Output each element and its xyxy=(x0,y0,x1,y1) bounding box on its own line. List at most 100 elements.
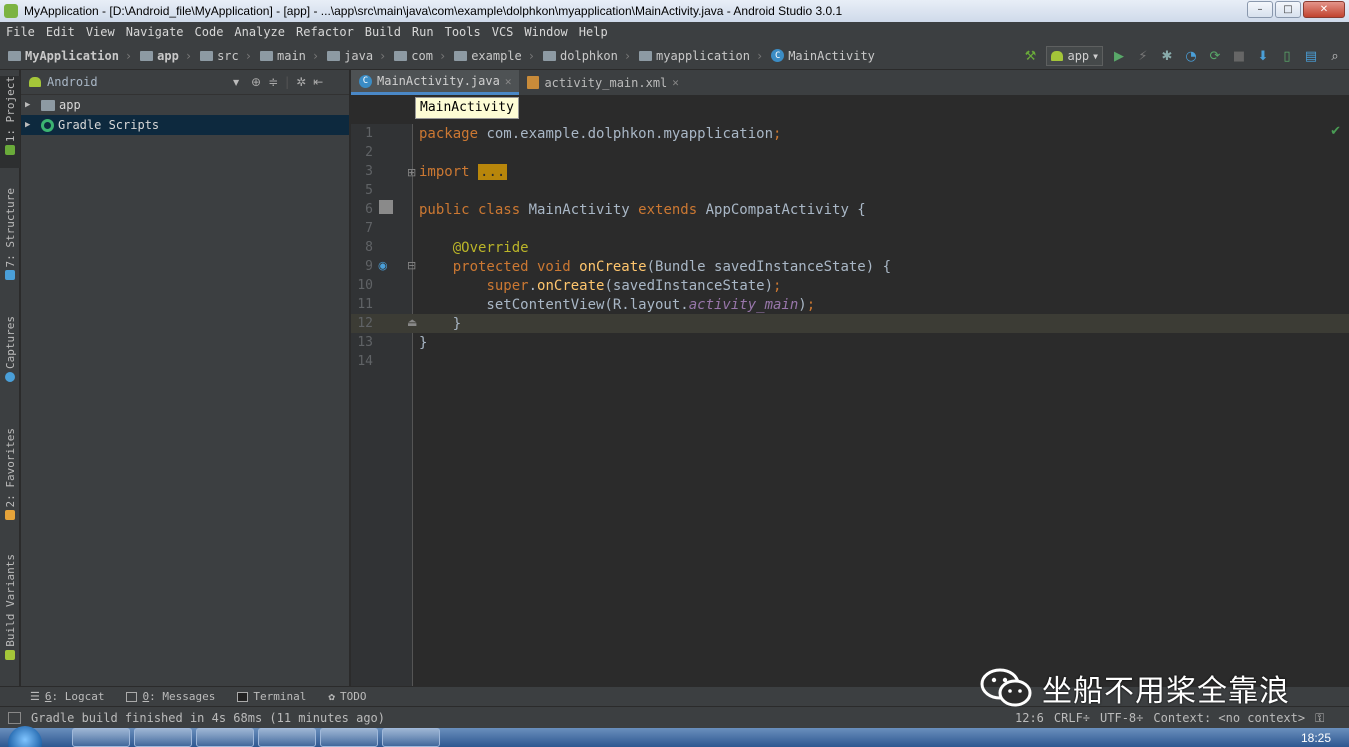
menu-analyze[interactable]: Analyze xyxy=(234,25,285,39)
code-token: activity_main xyxy=(688,296,799,313)
breadcrumb-example[interactable]: example › xyxy=(454,49,535,63)
breadcrumb-com[interactable]: com › xyxy=(394,49,446,63)
tab-project[interactable]: 1: Project xyxy=(0,76,20,168)
tab-messages[interactable]: 0: Messages xyxy=(126,690,215,703)
line-number: 9 xyxy=(365,259,373,274)
gear-icon[interactable]: ✲ xyxy=(296,75,306,89)
close-button[interactable]: ✕ xyxy=(1303,1,1345,18)
line-separator[interactable]: CRLF÷ xyxy=(1054,711,1090,726)
code-token: extends xyxy=(638,201,706,218)
sync-icon[interactable]: ⟳ xyxy=(1207,48,1223,64)
code-line[interactable]: 6 public class MainActivity extends AppCo… xyxy=(351,200,1349,219)
menu-view[interactable]: View xyxy=(86,25,115,39)
code-line[interactable]: 10 super.onCreate(savedInstanceState); xyxy=(351,276,1349,295)
code-line[interactable]: 13} xyxy=(351,333,1349,352)
taskbar-app[interactable] xyxy=(196,728,254,747)
clock[interactable]: 18:25 xyxy=(1301,731,1331,745)
tree-item-app[interactable]: ▶ app xyxy=(21,95,349,115)
file-encoding[interactable]: UTF-8÷ xyxy=(1100,711,1143,726)
maximize-button[interactable]: □ xyxy=(1275,1,1301,18)
apply-changes-icon[interactable]: ◔ xyxy=(1183,48,1199,64)
breadcrumb-app[interactable]: app › xyxy=(140,49,192,63)
hide-icon[interactable]: ⇤ xyxy=(313,75,323,89)
code-line[interactable]: 12 } xyxy=(351,314,1349,333)
tree-item-gradle-scripts[interactable]: ▶ Gradle Scripts xyxy=(21,115,349,135)
caret-position[interactable]: 12:6 xyxy=(1015,711,1044,726)
code-editor[interactable]: MainActivity 1 package com.example.dolphk… xyxy=(351,96,1349,686)
search-icon[interactable]: ⌕ xyxy=(1327,48,1343,64)
target-icon[interactable]: ⊕ xyxy=(251,75,261,89)
tab-mainactivity-java[interactable]: C MainActivity.java ✕ xyxy=(351,70,520,95)
breadcrumb-myapplication[interactable]: myapplication › xyxy=(639,49,763,63)
menu-refactor[interactable]: Refactor xyxy=(296,25,354,39)
code-line[interactable]: 9 protected void onCreate(Bundle savedIn… xyxy=(351,257,1349,276)
layout-icon[interactable] xyxy=(379,200,393,214)
breadcrumb-project[interactable]: MyApplication › xyxy=(8,49,132,63)
menu-edit[interactable]: Edit xyxy=(46,25,75,39)
breadcrumb-mainactivity[interactable]: C MainActivity xyxy=(771,49,875,63)
tool-windows-toggle[interactable] xyxy=(8,712,21,724)
sdk-manager-icon[interactable]: ⬇ xyxy=(1255,48,1271,64)
start-button[interactable] xyxy=(8,725,42,747)
close-tab-icon[interactable]: ✕ xyxy=(672,76,679,89)
menu-file[interactable]: File xyxy=(6,25,35,39)
taskbar-app[interactable] xyxy=(258,728,316,747)
profile-icon[interactable]: ✱ xyxy=(1159,48,1175,64)
stop-icon[interactable]: ■ xyxy=(1231,48,1247,64)
debug-icon[interactable]: ⚡ xyxy=(1135,48,1151,64)
taskbar-app[interactable] xyxy=(72,728,130,747)
menu-code[interactable]: Code xyxy=(195,25,224,39)
taskbar-app[interactable] xyxy=(382,728,440,747)
tab-terminal[interactable]: Terminal xyxy=(237,690,306,703)
tab-build-variants[interactable]: Build Variants xyxy=(0,554,20,674)
menu-tools[interactable]: Tools xyxy=(445,25,481,39)
code-line[interactable]: 5 xyxy=(351,181,1349,200)
project-structure-icon[interactable]: ▤ xyxy=(1303,48,1319,64)
code-line[interactable]: 7 xyxy=(351,219,1349,238)
menu-build[interactable]: Build xyxy=(365,25,401,39)
code-token: super xyxy=(486,277,529,294)
todo-icon: ✿ xyxy=(328,690,335,703)
menu-window[interactable]: Window xyxy=(524,25,567,39)
lock-icon[interactable]: ⚿ xyxy=(1315,711,1324,726)
code-line[interactable]: 8 @Override xyxy=(351,238,1349,257)
code-token: ; xyxy=(773,125,782,142)
avd-manager-icon[interactable]: ▯ xyxy=(1279,48,1295,64)
code-line[interactable]: 1 package com.example.dolphkon.myapplicat… xyxy=(351,124,1349,143)
breadcrumb-java[interactable]: java › xyxy=(327,49,386,63)
code-line[interactable]: 14 xyxy=(351,352,1349,371)
logcat-icon: ☰ xyxy=(30,690,40,703)
breadcrumb-src[interactable]: src › xyxy=(200,49,252,63)
fold-end-icon[interactable]: ⏏ xyxy=(407,316,417,329)
run-icon[interactable]: ▶ xyxy=(1111,48,1127,64)
breadcrumb-main[interactable]: main › xyxy=(260,49,319,63)
run-config-select[interactable]: app ▼ xyxy=(1046,46,1103,66)
taskbar-app[interactable] xyxy=(134,728,192,747)
folded-imports[interactable]: ... xyxy=(478,163,508,180)
tab-captures[interactable]: Captures xyxy=(0,316,20,392)
menu-help[interactable]: Help xyxy=(579,25,608,39)
expand-arrow-icon[interactable]: ▶ xyxy=(25,100,41,110)
tab-activity-main-xml[interactable]: activity_main.xml ✕ xyxy=(519,70,686,95)
code-line[interactable]: 11 setContentView(R.layout.activity_main… xyxy=(351,295,1349,314)
menu-navigate[interactable]: Navigate xyxy=(126,25,184,39)
taskbar-app[interactable] xyxy=(320,728,378,747)
expand-arrow-icon[interactable]: ▶ xyxy=(25,120,41,130)
fold-icon[interactable]: ⊟ xyxy=(407,259,416,272)
tab-logcat[interactable]: ☰ 6: Logcat xyxy=(30,690,104,703)
menu-vcs[interactable]: VCS xyxy=(492,25,514,39)
breadcrumb-dolphkon[interactable]: dolphkon › xyxy=(543,49,631,63)
tab-structure[interactable]: 7: Structure xyxy=(0,188,20,294)
minimize-button[interactable]: – xyxy=(1247,1,1273,18)
hammer-icon[interactable]: ⚒ xyxy=(1022,48,1038,64)
fold-icon[interactable]: ⊞ xyxy=(407,166,416,179)
collapse-icon[interactable]: ≑ xyxy=(268,75,278,89)
android-studio-icon xyxy=(4,4,18,18)
close-tab-icon[interactable]: ✕ xyxy=(505,75,512,88)
menu-run[interactable]: Run xyxy=(412,25,434,39)
code-line[interactable]: 2 xyxy=(351,143,1349,162)
override-icon[interactable]: ◉ xyxy=(378,259,388,272)
tab-todo[interactable]: ✿ TODO xyxy=(328,690,366,703)
tab-favorites[interactable]: 2: Favorites xyxy=(0,428,20,534)
code-line[interactable]: 3 import ... xyxy=(351,162,1349,181)
